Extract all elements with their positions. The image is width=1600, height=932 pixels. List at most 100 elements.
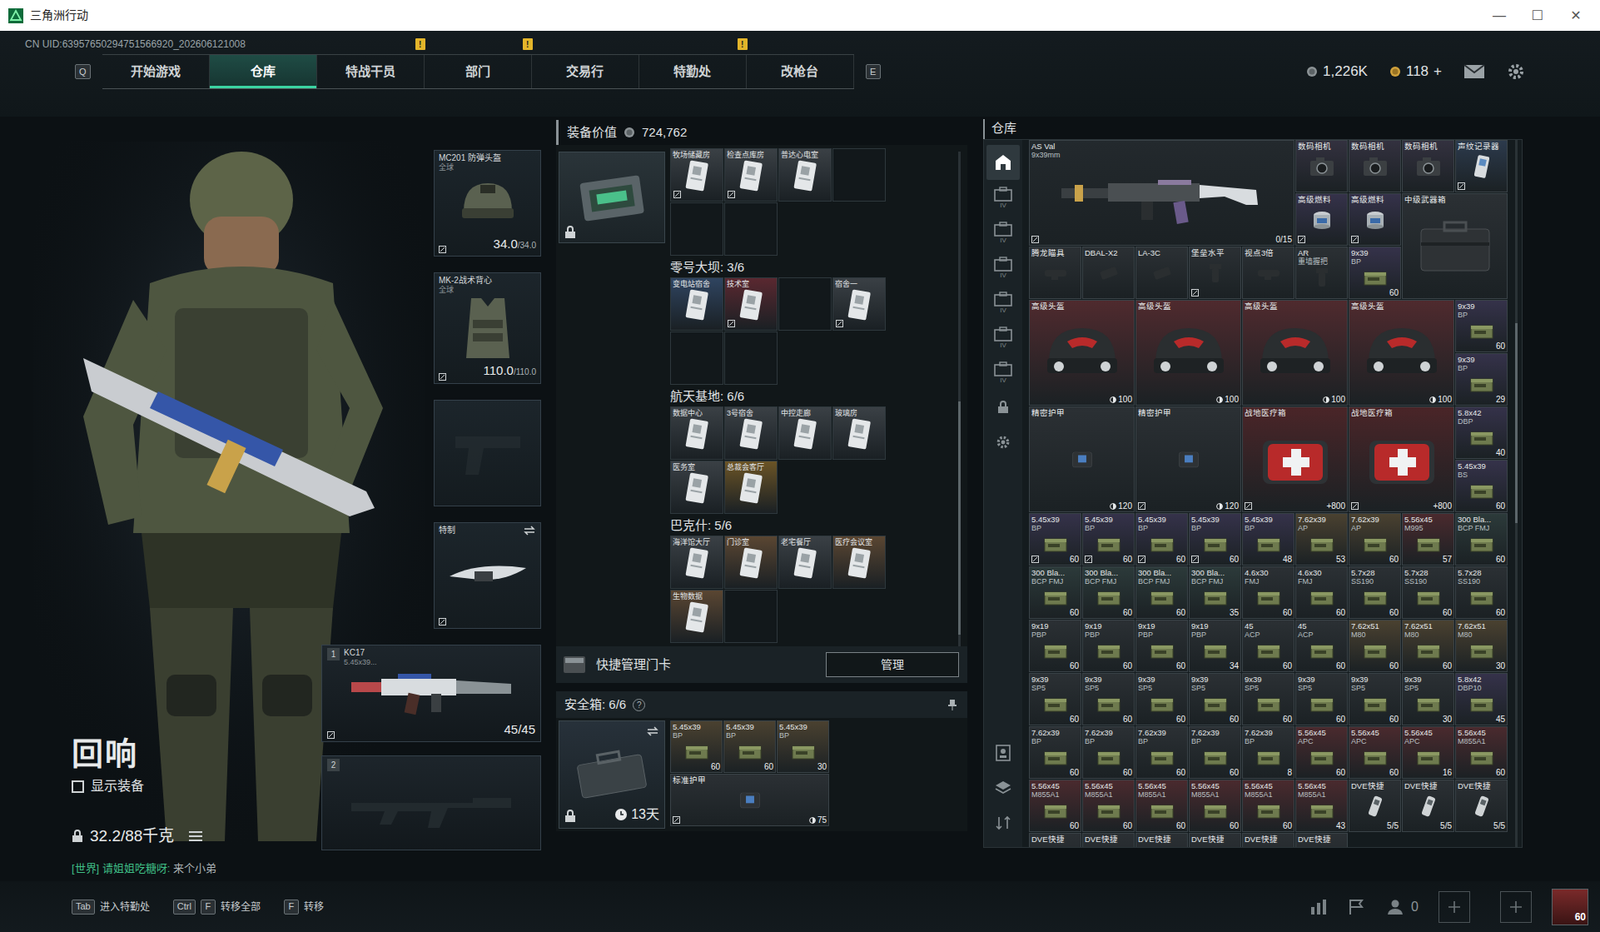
stash-tab[interactable]: IV [986,319,1020,355]
keycard-case[interactable] [558,151,666,244]
stash-item[interactable]: 45ACP60 [1242,619,1295,672]
keycard-slot[interactable]: 牧场储藏房 [670,148,724,202]
window-control-button[interactable]: ✕ [1556,5,1596,26]
keycard-slot[interactable]: 海洋馆大厅 [670,535,724,589]
stash-item[interactable]: 9x39SP560 [1188,672,1242,726]
stash-item[interactable]: 高级燃料 [1295,193,1348,246]
stash-item[interactable]: LA-3C [1135,246,1188,299]
stash-item[interactable]: DVE快捷5/5 [1401,779,1455,832]
nav-tab[interactable]: 开始游戏 [102,54,210,89]
stash-item[interactable]: 高级头盔100 [1135,299,1242,406]
settings-gear-icon[interactable] [1506,62,1526,81]
keycard-slot[interactable]: 总裁会客厅 [724,460,778,514]
stash-item[interactable]: 5.45x39BP60 [1188,512,1242,566]
stash-item[interactable]: 5.7x28SS19060 [1455,566,1508,619]
stash-item[interactable]: 5.7x28SS19060 [1348,566,1402,619]
stash-item[interactable]: 4.6x30FMJ60 [1242,566,1295,619]
flag-icon[interactable] [1347,898,1367,915]
stash-item[interactable]: 5.45x39BP60 [1028,512,1082,566]
stash-scrollbar[interactable] [1515,139,1518,847]
stash-item[interactable]: 7.62x51M8030 [1455,619,1508,672]
stash-item[interactable]: 7.62x51M8060 [1401,619,1455,672]
stash-item[interactable]: 5.45x39BP60 [1135,512,1188,566]
stash-item[interactable]: 5.56x45M855A160 [1028,779,1082,832]
stash-item[interactable]: 5.56x45M855A160 [1135,779,1188,832]
stash-item[interactable]: 5.45x39BP48 [1242,512,1295,566]
stash-item[interactable]: 5.56x45APC16 [1401,725,1455,779]
stash-item[interactable]: 5.8x42DBP1045 [1455,672,1508,726]
list-icon[interactable] [188,829,203,842]
armor-slot[interactable]: MK-2战术背心全球110.0/110.0 [433,272,542,384]
stash-item[interactable]: 9x39SP560 [1082,672,1135,726]
keycard-slot[interactable] [778,277,832,331]
stash-item[interactable]: 9x39SP560 [1295,672,1348,726]
stash-item[interactable]: 9x39BP29 [1455,352,1508,406]
stash-item[interactable]: DBAL-X2 [1082,246,1135,299]
safe-box-case[interactable]: 13天 [558,720,666,829]
helmet-slot[interactable]: MC201 防弹头盔全球34.0/34.0 [433,149,542,257]
stash-tab[interactable]: IV [986,179,1020,215]
prev-tab-key[interactable]: Q [74,64,91,80]
stash-item[interactable]: 5.8x42DBP40 [1455,406,1508,459]
nav-tab[interactable]: 改枪台 [746,54,855,89]
nav-tab[interactable]: 仓库 [209,54,318,89]
stash-tab[interactable] [986,389,1020,425]
stash-item[interactable]: 5.56x45M855A160 [1455,725,1508,779]
stash-item[interactable]: 9x19PBP60 [1135,619,1188,672]
stash-item[interactable]: 7.62x39BP8 [1242,725,1295,779]
keycard-scrollbar[interactable] [958,151,961,646]
stash-item[interactable]: 300 Bla...BCP FMJ60 [1135,566,1188,619]
nav-tab[interactable]: 部门! [424,54,532,89]
stash-item[interactable]: 视点3倍 [1242,246,1295,299]
stash-item[interactable]: 战地医疗箱+800 [1242,406,1348,512]
stash-item[interactable]: 5.56x45M855A143 [1295,779,1348,832]
stash-item[interactable]: 9x39SP530 [1401,672,1455,726]
stash-item[interactable]: AS Val9x39mm0/15 [1028,139,1295,246]
stash-item[interactable]: 数码相机 [1401,139,1455,193]
nav-tab[interactable]: 特战干员! [317,54,425,89]
friends-count[interactable]: 0 [1386,896,1419,917]
stash-item[interactable]: 7.62x39BP60 [1028,725,1082,779]
stash-tab[interactable] [986,144,1020,180]
stash-item[interactable]: 标准护甲75 [670,773,830,826]
keycard-slot[interactable]: 宿舍一 [832,277,886,331]
window-control-button[interactable]: ☐ [1518,5,1557,26]
add-gold-button[interactable]: + [1433,60,1442,83]
stash-item[interactable]: 9x39SP560 [1028,672,1082,726]
stash-item[interactable]: 高级头盔100 [1028,299,1135,406]
stash-item[interactable]: DVE快捷 [1242,832,1295,847]
stash-item[interactable]: 5.7x28SS19060 [1401,566,1455,619]
stash-tab[interactable] [986,770,1020,805]
stash-item[interactable]: 5.56x45APC60 [1295,725,1348,779]
show-equipment-checkbox[interactable] [71,780,85,793]
stash-item[interactable]: 高级头盔100 [1348,299,1455,406]
swap-icon[interactable] [522,525,537,536]
stash-item[interactable]: 腾龙瞄具 [1028,246,1082,299]
stash-item[interactable]: 300 Bla...BCP FMJ35 [1188,566,1242,619]
stash-item[interactable]: 9x39SP560 [1242,672,1295,726]
stash-item[interactable]: 战地医疗箱+800 [1348,406,1455,512]
stash-item[interactable]: 数码相机 [1295,139,1348,193]
pistol-slot[interactable] [433,399,542,507]
manage-button[interactable]: 管理 [825,651,960,677]
stash-item[interactable]: DVE快捷 [1028,832,1082,847]
window-control-button[interactable]: — [1480,5,1519,26]
stash-item[interactable]: DVE快捷 [1295,832,1348,847]
stash-item[interactable]: 9x39SP560 [1348,672,1402,726]
stash-item[interactable]: 300 Bla...BCP FMJ60 [1028,566,1082,619]
keycard-slot[interactable]: 中控走廊 [778,406,832,460]
keycard-slot[interactable]: 3号宿舍 [724,406,778,460]
keycard-slot[interactable] [724,202,778,256]
stash-item[interactable]: 7.62x39BP60 [1188,725,1242,779]
keycard-slot[interactable]: 普达心电室 [778,148,832,202]
stash-item[interactable]: AR重墙握把 [1295,246,1348,299]
keycard-slot[interactable]: 变电站宿舍 [670,277,724,331]
stash-item[interactable]: 堡垒水平 [1188,246,1242,299]
stash-item[interactable]: 5.45x39BP60 [1082,512,1135,566]
stash-item[interactable]: 5.56x45M855A160 [1188,779,1242,832]
stash-item[interactable]: 9x39BP60 [1348,246,1402,299]
stash-item[interactable]: 5.56x45APC60 [1348,725,1402,779]
stash-tab[interactable] [986,424,1020,460]
show-equipment-toggle[interactable]: 显示装备 [71,775,322,796]
stash-item[interactable]: 精密护甲120 [1135,406,1242,512]
